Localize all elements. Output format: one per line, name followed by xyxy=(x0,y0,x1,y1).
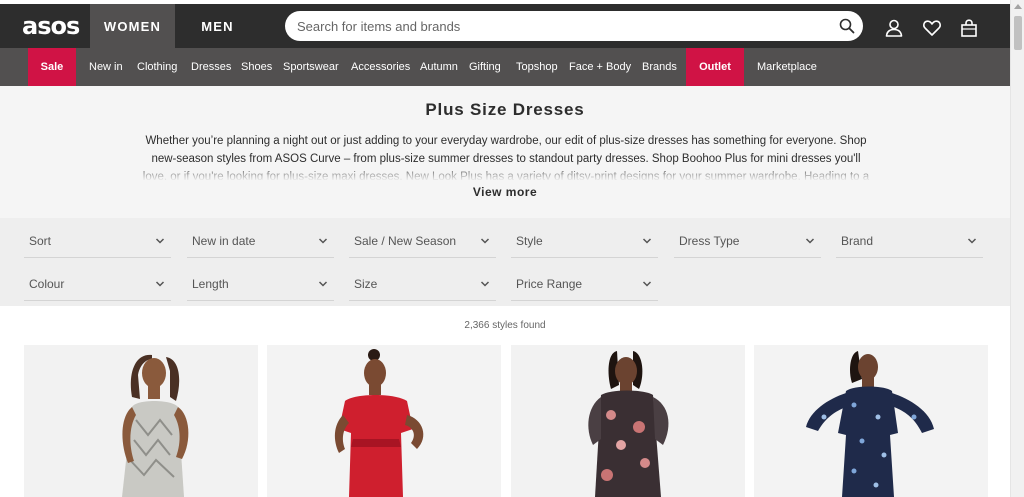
chevron-down-icon xyxy=(155,281,165,287)
tab-men[interactable]: MEN xyxy=(175,4,260,48)
chevron-down-icon xyxy=(155,238,165,244)
product-image[interactable] xyxy=(24,345,258,497)
category-nav: Sale New in Clothing Dresses Shoes Sport… xyxy=(0,48,1010,86)
chevron-down-icon xyxy=(480,238,490,244)
filter-label: Colour xyxy=(29,277,65,291)
filter-label: New in date xyxy=(192,234,256,248)
filter-colour[interactable]: Colour xyxy=(24,268,171,301)
chevron-down-icon xyxy=(967,238,977,244)
product-image[interactable] xyxy=(511,345,745,497)
page-title: Plus Size Dresses xyxy=(425,100,585,119)
chevron-down-icon xyxy=(480,281,490,287)
filter-style[interactable]: Style xyxy=(511,225,658,258)
product-card[interactable] xyxy=(754,345,988,497)
product-card[interactable] xyxy=(267,345,501,497)
filter-new-in-date[interactable]: New in date xyxy=(187,225,334,258)
filter-length[interactable]: Length xyxy=(187,268,334,301)
description-fade xyxy=(138,164,874,180)
filter-price-range[interactable]: Price Range xyxy=(511,268,658,301)
filter-bar: Sort New in date Sale / New Season Style… xyxy=(0,218,1010,306)
bag-icon[interactable] xyxy=(959,18,979,38)
product-image[interactable] xyxy=(754,345,988,497)
chevron-down-icon xyxy=(318,281,328,287)
page-scrollbar[interactable] xyxy=(1010,0,1024,497)
tab-women[interactable]: WOMEN xyxy=(90,4,175,48)
chevron-down-icon xyxy=(642,281,652,287)
nav-item-marketplace[interactable]: Marketplace xyxy=(757,48,817,86)
filter-label: Brand xyxy=(841,234,874,248)
search-input[interactable] xyxy=(297,11,827,41)
filter-label: Style xyxy=(516,234,543,248)
nav-item-dresses[interactable]: Dresses xyxy=(191,48,231,86)
scroll-thumb[interactable] xyxy=(1014,16,1022,50)
product-card[interactable] xyxy=(511,345,745,497)
search-icon[interactable] xyxy=(839,18,855,34)
chevron-down-icon xyxy=(805,238,815,244)
nav-item-brands[interactable]: Brands xyxy=(642,48,677,86)
filter-label: Sale / New Season xyxy=(354,234,457,248)
results-count: 2,366 styles found xyxy=(464,320,546,331)
nav-item-new-in[interactable]: New in xyxy=(89,48,123,86)
nav-item-outlet[interactable]: Outlet xyxy=(686,48,744,86)
nav-item-sale[interactable]: Sale xyxy=(28,48,76,86)
product-image[interactable] xyxy=(267,345,501,497)
asos-logo[interactable]: asos xyxy=(22,12,80,40)
product-card[interactable] xyxy=(24,345,258,497)
search-bar xyxy=(285,11,863,41)
top-header: asos WOMEN MEN xyxy=(0,4,1010,48)
filter-label: Sort xyxy=(29,234,52,248)
filter-label: Price Range xyxy=(516,277,583,291)
filter-sale-new-season[interactable]: Sale / New Season xyxy=(349,225,496,258)
chevron-down-icon xyxy=(318,238,328,244)
filter-brand[interactable]: Brand xyxy=(836,225,983,258)
nav-item-topshop[interactable]: Topshop xyxy=(516,48,558,86)
scroll-up-arrow-icon[interactable] xyxy=(1014,4,1022,9)
view-more-button[interactable]: View more xyxy=(0,185,1010,199)
nav-item-sportswear[interactable]: Sportswear xyxy=(283,48,339,86)
filter-label: Length xyxy=(192,277,229,291)
nav-item-clothing[interactable]: Clothing xyxy=(137,48,177,86)
nav-item-accessories[interactable]: Accessories xyxy=(351,48,410,86)
nav-item-autumn[interactable]: Autumn xyxy=(420,48,458,86)
filter-label: Dress Type xyxy=(679,234,740,248)
filter-sort[interactable]: Sort xyxy=(24,225,171,258)
nav-item-shoes[interactable]: Shoes xyxy=(241,48,272,86)
account-icon[interactable] xyxy=(884,18,904,38)
chevron-down-icon xyxy=(642,238,652,244)
filter-label: Size xyxy=(354,277,378,291)
filter-size[interactable]: Size xyxy=(349,268,496,301)
heart-icon[interactable] xyxy=(922,18,942,38)
category-header: Plus Size Dresses Whether you’re plannin… xyxy=(0,86,1010,218)
nav-item-gifting[interactable]: Gifting xyxy=(469,48,501,86)
filter-dress-type[interactable]: Dress Type xyxy=(674,225,821,258)
nav-item-face-body[interactable]: Face + Body xyxy=(569,48,631,86)
